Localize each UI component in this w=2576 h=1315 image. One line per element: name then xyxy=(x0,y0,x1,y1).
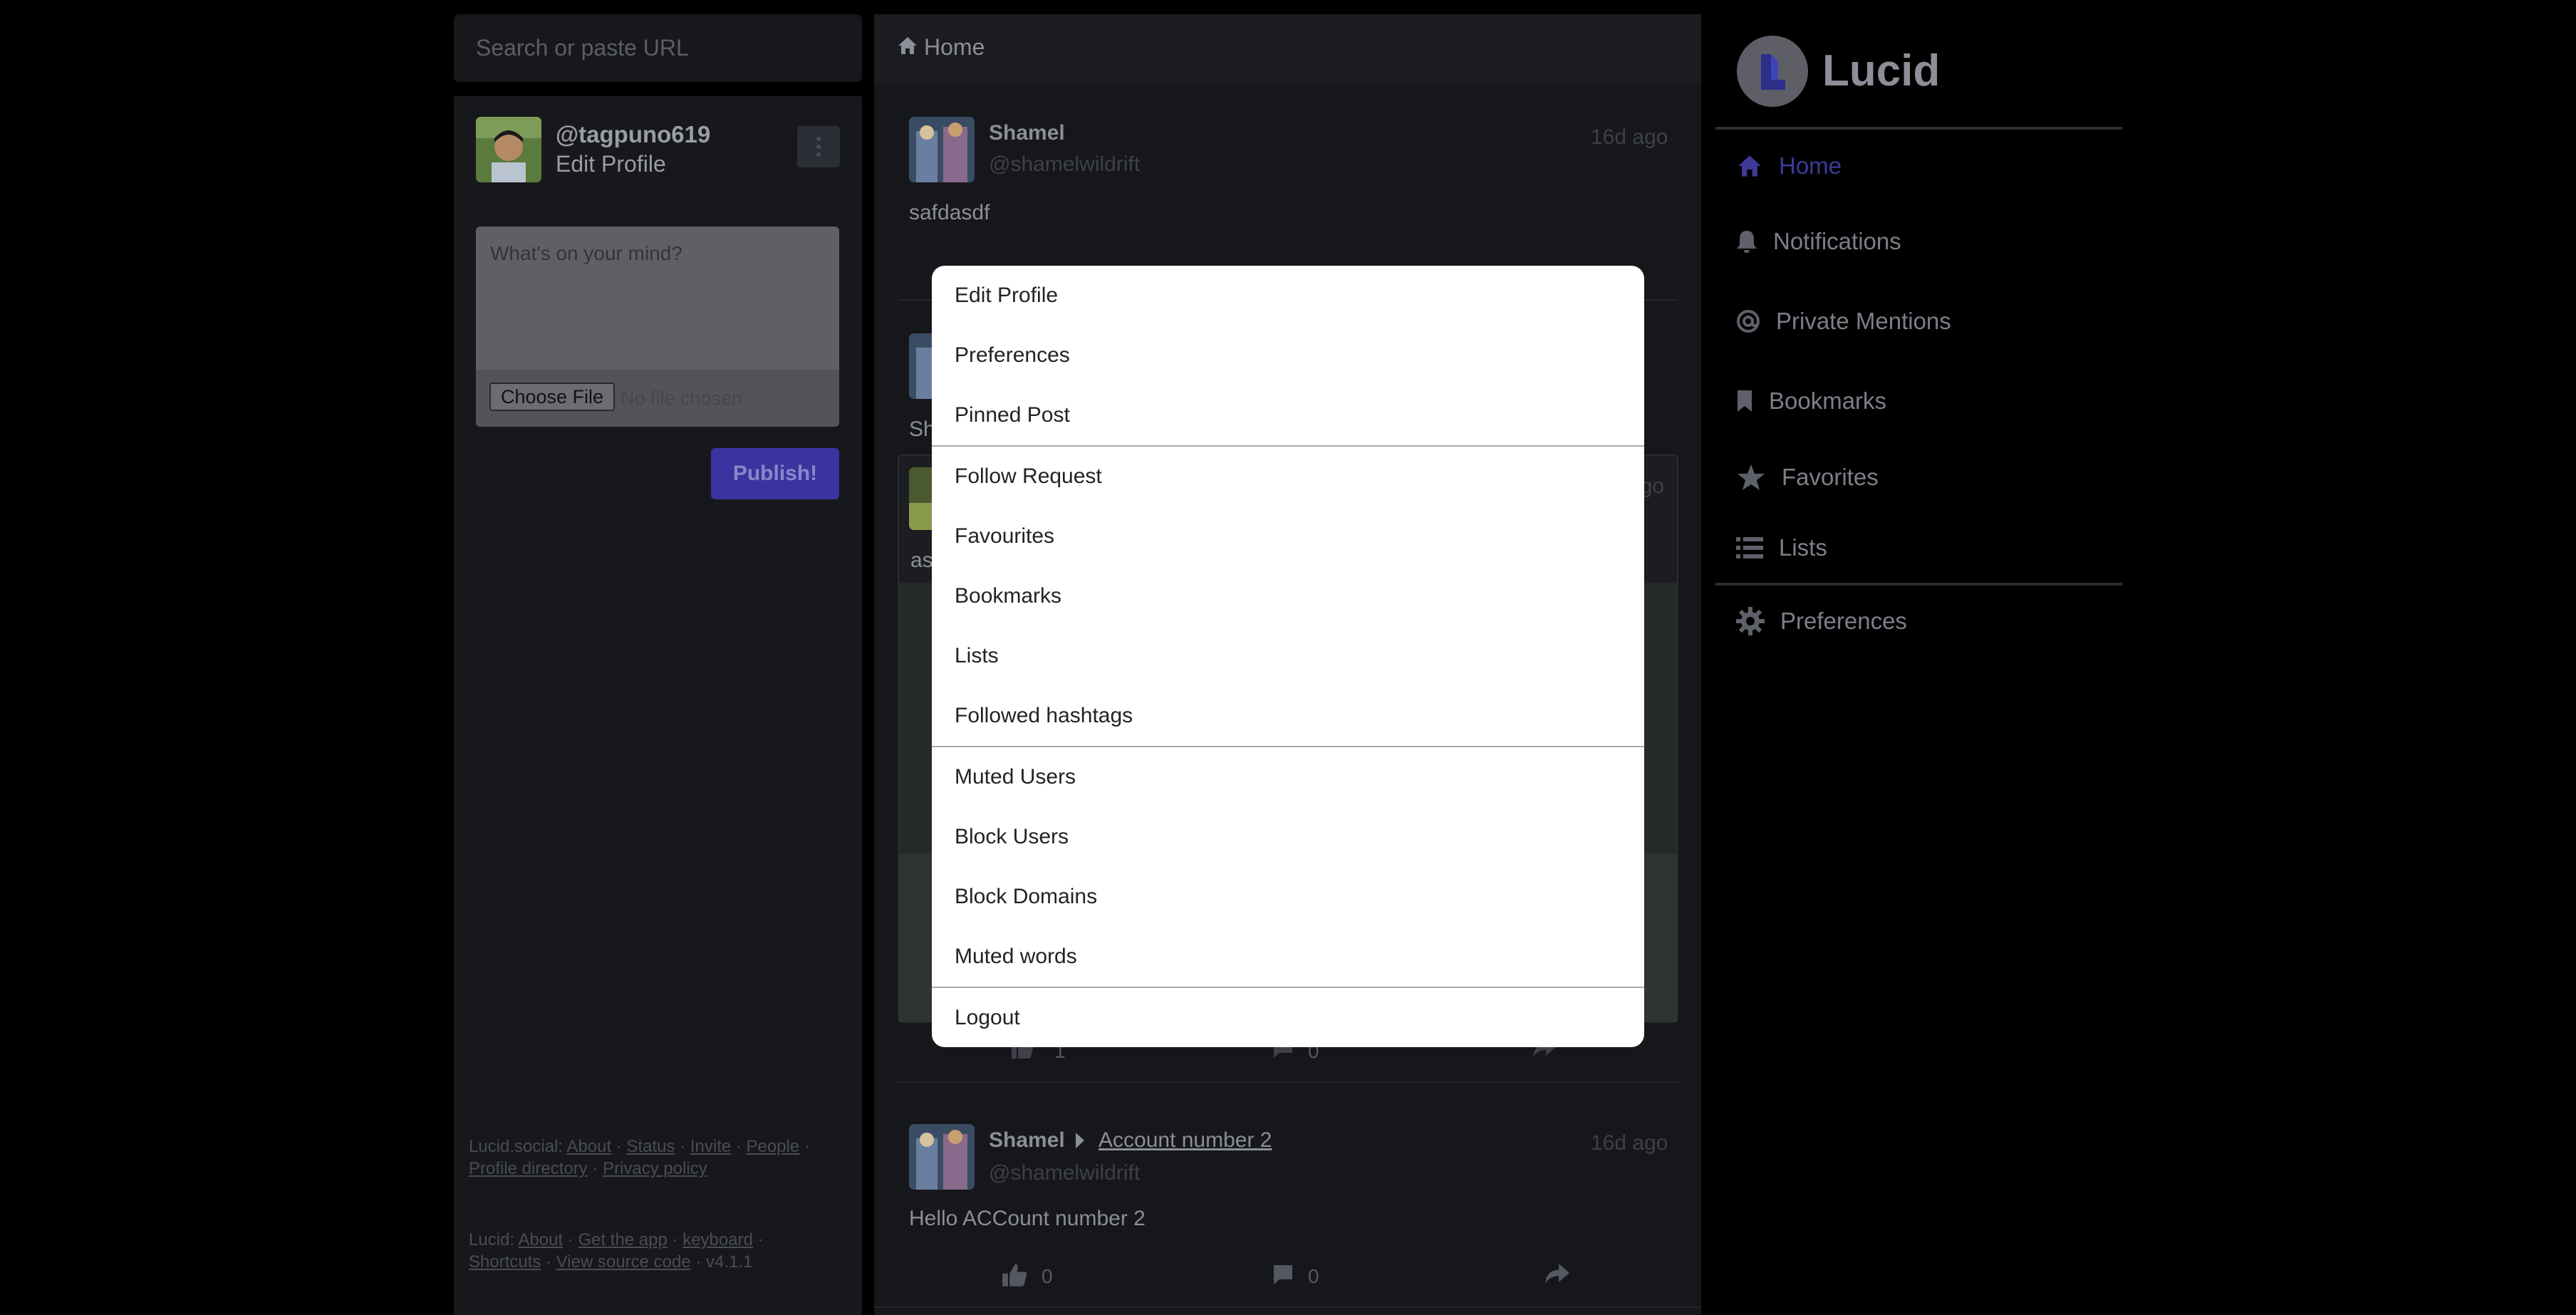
menu-item-favourites[interactable]: Favourites xyxy=(932,506,1644,566)
avatar[interactable] xyxy=(909,117,975,182)
footer-link[interactable]: Shortcuts xyxy=(469,1252,541,1272)
list-icon xyxy=(1736,537,1763,558)
post-divider xyxy=(898,1081,1678,1083)
account-menu-button[interactable] xyxy=(797,126,840,167)
post-author-name[interactable]: Shamel xyxy=(989,121,1065,145)
menu-item-block-domains[interactable]: Block Domains xyxy=(932,867,1644,927)
avatar[interactable] xyxy=(476,117,541,182)
footer-prefix: Lucid: xyxy=(469,1230,515,1249)
sidebar-item-label: Home xyxy=(1779,152,1842,179)
profile-username[interactable]: @tagpuno619 xyxy=(556,121,710,148)
compose-box[interactable]: What's on your mind? Choose File No file… xyxy=(476,227,839,427)
post-author-handle[interactable]: @shamelwildrift xyxy=(989,152,1140,177)
sidebar-item-label: Bookmarks xyxy=(1769,388,1887,414)
gear-icon xyxy=(1736,607,1765,635)
post-timestamp[interactable]: 16d ago xyxy=(1591,1131,1668,1155)
sidebar-item-label: Favorites xyxy=(1782,464,1879,490)
sidebar-item-label: Lists xyxy=(1779,534,1827,561)
post-text: Hello ACCount number 2 xyxy=(909,1207,1146,1230)
menu-item-bookmarks[interactable]: Bookmarks xyxy=(932,566,1644,626)
edit-profile-link[interactable]: Edit Profile xyxy=(556,151,666,177)
menu-item-edit-profile[interactable]: Edit Profile xyxy=(932,266,1644,326)
footer-link[interactable]: About xyxy=(518,1230,563,1249)
footer-link[interactable]: View source code xyxy=(556,1252,691,1272)
bookmark-icon xyxy=(1738,390,1752,412)
menu-item-lists[interactable]: Lists xyxy=(932,626,1644,686)
sidebar-item-private-mentions[interactable]: Private Mentions xyxy=(1736,308,1951,335)
post-divider xyxy=(874,1306,1701,1308)
sidebar-item-home[interactable]: Home xyxy=(1736,152,1842,180)
share-icon[interactable] xyxy=(1543,1262,1572,1285)
sidebar-item-favorites[interactable]: Favorites xyxy=(1736,463,1879,492)
footer-prefix: Lucid.social: xyxy=(469,1137,564,1156)
publish-button[interactable]: Publish! xyxy=(711,448,839,499)
post-author-name[interactable]: Shamel xyxy=(989,1128,1065,1153)
search-placeholder: Search or paste URL xyxy=(476,35,689,61)
version-label: v4.1.1 xyxy=(706,1252,753,1272)
sidebar-item-label: Private Mentions xyxy=(1776,308,1951,334)
caret-right-icon xyxy=(1076,1133,1084,1148)
footer-link[interactable]: Status xyxy=(626,1137,675,1156)
sidebar-item-bookmarks[interactable]: Bookmarks xyxy=(1736,388,1886,415)
home-icon xyxy=(898,37,917,54)
no-file-label: No file chosen xyxy=(620,388,743,409)
menu-item-pinned-post[interactable]: Pinned Post xyxy=(932,385,1644,445)
sidebar-item-lists[interactable]: Lists xyxy=(1736,534,1827,561)
sidebar-item-label: Preferences xyxy=(1780,608,1907,634)
menu-item-block-users[interactable]: Block Users xyxy=(932,807,1644,867)
at-icon xyxy=(1737,310,1760,333)
sidebar-divider xyxy=(1715,583,2122,586)
logo[interactable] xyxy=(1737,36,1808,107)
menu-item-muted-words[interactable]: Muted words xyxy=(932,927,1644,987)
reply-to-link[interactable]: Account number 2 xyxy=(1099,1128,1272,1153)
menu-item-follow-request[interactable]: Follow Request xyxy=(932,447,1644,506)
search-input[interactable]: Search or paste URL xyxy=(454,14,862,82)
timeline-header xyxy=(874,14,1701,84)
sidebar-item-preferences[interactable]: Preferences xyxy=(1736,607,1907,635)
footer-app: Lucid: About · Get the app · keyboard · … xyxy=(469,1230,764,1272)
menu-item-preferences[interactable]: Preferences xyxy=(932,326,1644,385)
post-text: safdasdf xyxy=(909,201,990,224)
lucid-logo-icon xyxy=(1761,54,1785,90)
footer-link[interactable]: People xyxy=(747,1137,800,1156)
choose-file-button[interactable]: Choose File xyxy=(489,383,616,411)
logo-text: Lucid xyxy=(1822,46,1941,95)
footer-instance: Lucid.social: About · Status · Invite · … xyxy=(469,1137,810,1178)
home-icon xyxy=(1738,155,1761,177)
bell-icon xyxy=(1737,231,1757,253)
footer-link[interactable]: Profile directory xyxy=(469,1159,588,1178)
footer-link[interactable]: Get the app xyxy=(578,1230,667,1249)
sidebar-divider xyxy=(1715,127,2122,130)
star-icon xyxy=(1738,464,1765,490)
sidebar-item-notifications[interactable]: Notifications xyxy=(1736,228,1901,255)
menu-item-logout[interactable]: Logout xyxy=(932,988,1644,1047)
footer-link[interactable]: keyboard xyxy=(682,1230,753,1249)
quoted-post-text: as xyxy=(910,549,933,572)
menu-item-followed-hashtags[interactable]: Followed hashtags xyxy=(932,686,1644,746)
like-count: 0 xyxy=(1042,1265,1053,1287)
reply-icon[interactable] xyxy=(1272,1264,1294,1285)
compose-placeholder: What's on your mind? xyxy=(490,242,682,264)
footer-link[interactable]: About xyxy=(566,1137,611,1156)
account-dropdown-menu: Edit Profile Preferences Pinned Post Fol… xyxy=(932,266,1644,1047)
sidebar-item-label: Notifications xyxy=(1773,228,1901,254)
menu-item-muted-users[interactable]: Muted Users xyxy=(932,747,1644,807)
more-vertical-icon xyxy=(816,137,821,157)
post-author-handle[interactable]: @shamelwildrift xyxy=(989,1161,1140,1185)
footer-link[interactable]: Invite xyxy=(690,1137,731,1156)
footer-link[interactable]: Privacy policy xyxy=(603,1159,707,1178)
timeline-title: Home xyxy=(924,34,985,60)
avatar[interactable] xyxy=(909,1124,975,1190)
like-icon[interactable] xyxy=(1000,1262,1029,1288)
post-timestamp[interactable]: 16d ago xyxy=(1591,125,1668,150)
reply-count: 0 xyxy=(1308,1265,1319,1287)
